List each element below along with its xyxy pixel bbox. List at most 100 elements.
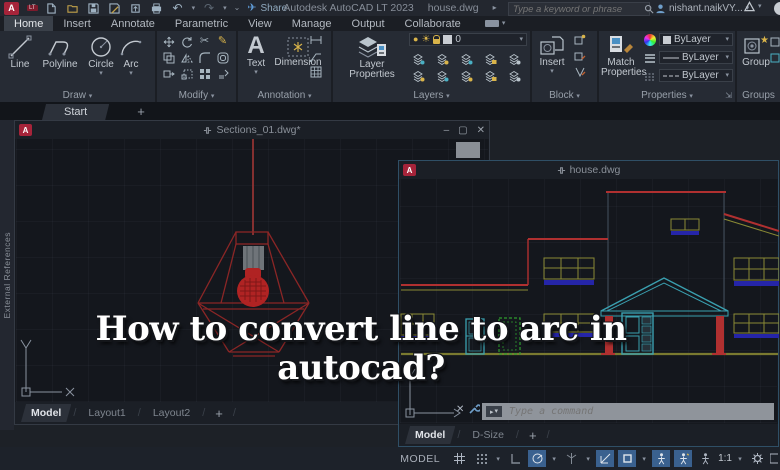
object-snap-icon[interactable] — [618, 450, 637, 467]
command-prompt-icon[interactable]: ▸ ▾ — [486, 406, 502, 417]
annotation-scale-icon[interactable] — [696, 450, 714, 467]
layers-panel-label[interactable]: Layers ▾ — [333, 90, 530, 101]
layer-lock-icon[interactable] — [483, 52, 498, 65]
clean-screen-icon[interactable] — [770, 450, 778, 467]
start-tab[interactable]: Start — [42, 104, 110, 120]
mirror-icon[interactable] — [179, 51, 194, 64]
external-references-palette-tab[interactable]: External References — [0, 120, 14, 430]
autodesk-account-menu[interactable]: ▾ — [744, 1, 762, 12]
tab-collaborate[interactable]: Collaborate — [395, 16, 471, 31]
copy-icon[interactable] — [161, 51, 176, 64]
share-button[interactable]: ✈ Share — [247, 2, 287, 14]
snap-mode-icon[interactable] — [472, 450, 490, 467]
annotation-scale-value[interactable]: 1:1 — [718, 453, 732, 464]
save-icon[interactable] — [87, 2, 101, 14]
close-button[interactable]: ✕ — [477, 125, 485, 136]
block-create-icon[interactable] — [572, 49, 587, 62]
dimension-line-icon[interactable] — [308, 33, 323, 46]
ungroup-icon[interactable] — [767, 35, 780, 48]
fillet-icon[interactable] — [197, 51, 212, 64]
insert-button[interactable]: Insert ▾ — [535, 34, 569, 75]
new-file-icon[interactable] — [45, 2, 59, 14]
polar-tracking-icon[interactable] — [528, 450, 547, 467]
annotation-autoscale-icon[interactable] — [674, 450, 693, 467]
sections-new-layout-button[interactable]: + — [207, 406, 231, 421]
customization-gear-icon[interactable] — [748, 450, 766, 467]
text-button[interactable]: A Text ▾ — [242, 33, 270, 77]
model-space-indicator[interactable]: MODEL — [400, 453, 440, 465]
help-button[interactable] — [774, 2, 780, 15]
polar-caret-icon[interactable]: ▾ — [550, 455, 558, 463]
polyline-button[interactable]: Polyline — [38, 34, 82, 70]
tab-manage[interactable]: Manage — [282, 16, 342, 31]
redo-caret-icon[interactable]: ▾ — [223, 5, 227, 12]
house-dsize-tab[interactable]: D-Size — [462, 426, 514, 444]
array-icon[interactable] — [197, 67, 212, 80]
tab-view[interactable]: View — [238, 16, 282, 31]
erase-icon[interactable]: ✎ — [215, 35, 230, 48]
properties-expander-icon[interactable]: ⇲ — [725, 91, 732, 100]
tab-annotate[interactable]: Annotate — [101, 16, 165, 31]
block-panel-label[interactable]: Block ▾ — [532, 90, 597, 101]
new-drawing-tab-button[interactable]: + — [137, 104, 145, 120]
layer-isolate-icon[interactable] — [435, 52, 450, 65]
layer-dropdown[interactable]: ● ☀ 0 ▾ — [409, 33, 527, 46]
table-icon[interactable] — [308, 65, 323, 78]
trim-icon[interactable]: ✂ — [197, 35, 212, 48]
line-button[interactable]: Line — [5, 34, 35, 70]
circle-button[interactable]: Circle ▾ — [85, 34, 117, 77]
layer-unlock-icon[interactable] — [433, 35, 441, 44]
grid-display-icon[interactable] — [450, 450, 468, 467]
command-input[interactable] — [507, 405, 770, 418]
maximize-button[interactable]: ▢ — [458, 125, 467, 136]
layer-dropdown-caret-icon[interactable]: ▾ — [519, 36, 523, 43]
osnap-caret-icon[interactable]: ▾ — [640, 455, 648, 463]
ribbon-display-options-button[interactable]: ▾ — [479, 16, 512, 31]
draw-panel-label[interactable]: Draw ▾ — [0, 90, 155, 101]
isometric-drafting-icon[interactable] — [562, 450, 580, 467]
minimize-button[interactable]: – — [444, 125, 450, 136]
annotation-visibility-icon[interactable] — [652, 450, 671, 467]
group-edit-icon[interactable] — [767, 51, 780, 64]
annotation-panel-label[interactable]: Annotation ▾ — [238, 90, 331, 101]
properties-panel-label[interactable]: Properties ▾ — [599, 90, 735, 101]
layer-lock2-icon[interactable] — [483, 69, 498, 82]
linetype-dropdown[interactable]: ByLayer ▾ — [659, 69, 733, 82]
user-account-menu[interactable]: nishant.naikVY... ▾ — [655, 1, 749, 15]
doc-title-caret-icon[interactable]: ▸ — [493, 4, 497, 12]
layer-freeze-icon[interactable] — [459, 52, 474, 65]
tab-insert[interactable]: Insert — [53, 16, 101, 31]
arc-button[interactable]: Arc ▾ — [118, 34, 144, 77]
house-window-titlebar[interactable]: A house.dwg — [399, 161, 778, 179]
pushpin-icon[interactable] — [203, 126, 212, 135]
object-snap-tracking-icon[interactable] — [596, 450, 615, 467]
layer-on-icon[interactable] — [411, 69, 426, 82]
layer-on-bulb-icon[interactable]: ● — [413, 35, 418, 44]
layer-freeze-sun-icon[interactable]: ☀ — [421, 34, 430, 45]
sections-layout2-tab[interactable]: Layout2 — [143, 404, 200, 422]
tab-output[interactable]: Output — [342, 16, 395, 31]
lineweight-dropdown[interactable]: ByLayer ▾ — [659, 51, 733, 64]
export-icon[interactable] — [129, 2, 143, 14]
leader-icon[interactable] — [308, 49, 323, 62]
ortho-mode-icon[interactable] — [506, 450, 524, 467]
stretch-icon[interactable] — [161, 67, 176, 80]
layer-unlock-all-icon[interactable] — [459, 69, 474, 82]
undo-caret-icon[interactable]: ▾ — [192, 5, 196, 12]
save-as-icon[interactable] — [108, 2, 122, 14]
object-color-dropdown[interactable]: ByLayer ▾ — [659, 33, 733, 46]
explode-icon[interactable] — [215, 67, 230, 80]
snap-caret-icon[interactable]: ▾ — [494, 455, 502, 463]
offset-icon[interactable] — [215, 51, 230, 64]
plot-print-icon[interactable] — [150, 2, 164, 14]
match-properties-button[interactable]: Match Properties — [601, 34, 647, 78]
rotate-icon[interactable] — [179, 35, 194, 48]
block-edit-icon[interactable] — [572, 33, 587, 46]
commandline-close-icon[interactable]: ✕ — [456, 404, 464, 415]
sections-layout1-tab[interactable]: Layout1 — [78, 404, 135, 422]
commandline-customize-wrench-icon[interactable] — [468, 403, 480, 415]
tab-parametric[interactable]: Parametric — [165, 16, 238, 31]
tab-home[interactable]: Home — [4, 16, 54, 31]
groups-panel-label[interactable]: Groups — [737, 90, 780, 101]
app-logo-icon[interactable]: A — [4, 1, 19, 15]
